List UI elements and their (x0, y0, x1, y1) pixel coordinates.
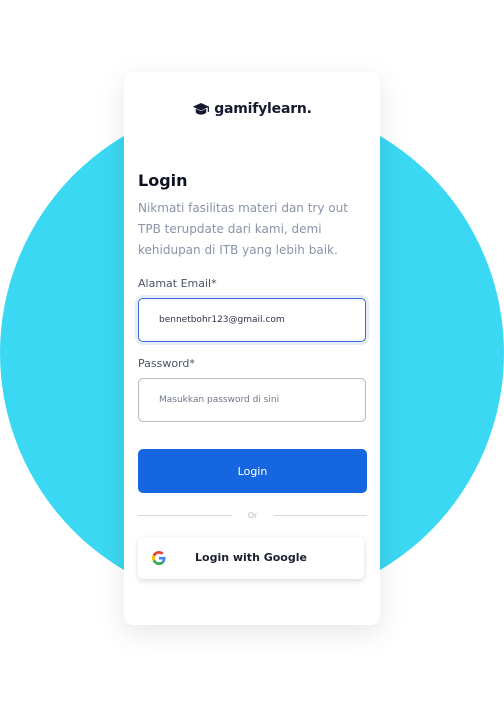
brand-logo: gamifylearn. (124, 101, 380, 117)
email-field[interactable] (138, 298, 366, 342)
brand-name: gamifylearn. (214, 101, 312, 117)
email-label: Alamat Email* (138, 277, 217, 290)
login-card: gamifylearn. Login Nikmati fasilitas mat… (124, 72, 380, 625)
page-stage: gamifylearn. Login Nikmati fasilitas mat… (0, 0, 504, 722)
login-button[interactable]: Login (138, 449, 367, 493)
password-field[interactable] (138, 378, 366, 422)
divider-line-right (273, 514, 367, 516)
or-divider: Or (138, 509, 367, 521)
google-button-label: Login with Google (195, 551, 307, 564)
divider-text: Or (247, 510, 258, 520)
divider-line-left (138, 514, 232, 516)
page-subtitle: Nikmati fasilitas materi dan try out TPB… (138, 201, 348, 257)
password-label: Password* (138, 357, 195, 370)
page-title: Login (138, 171, 188, 190)
graduation-cap-icon (192, 103, 210, 115)
google-login-button[interactable]: Login with Google (138, 537, 364, 579)
